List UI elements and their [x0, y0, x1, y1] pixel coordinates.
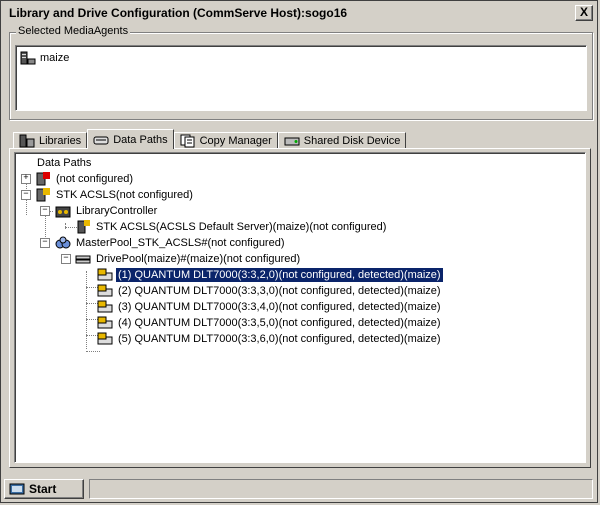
tape-drive-icon: [97, 316, 113, 330]
tree-root[interactable]: Data Paths: [35, 155, 93, 171]
collapse-toggle[interactable]: −: [40, 238, 50, 248]
list-item[interactable]: maize: [20, 51, 69, 65]
tree-node-label: MasterPool_STK_ACSLS#(not configured): [76, 237, 285, 249]
tree-node-drive-4[interactable]: (4) QUANTUM DLT7000(3:3,5,0)(not configu…: [97, 315, 443, 331]
tree-node-drive-5[interactable]: (5) QUANTUM DLT7000(3:3,6,0)(not configu…: [97, 331, 443, 347]
data-paths-tree[interactable]: + − − − − Data Paths (not configured) ST…: [14, 152, 586, 463]
group-legend: Selected MediaAgents: [16, 25, 131, 37]
tree-node-drive-3[interactable]: (3) QUANTUM DLT7000(3:3,4,0)(not configu…: [97, 299, 443, 315]
tree-node-acsls-server[interactable]: STK ACSLS(ACSLS Default Server)(maize)(n…: [75, 219, 388, 235]
collapse-toggle[interactable]: −: [21, 190, 31, 200]
drivepool-icon: [75, 252, 91, 266]
tape-drive-icon: [97, 332, 113, 346]
mediaagent-name: maize: [40, 52, 70, 64]
tab-libraries[interactable]: Libraries: [13, 132, 88, 149]
server-icon: [20, 51, 36, 65]
server-icon: [75, 220, 91, 234]
mediaagents-list[interactable]: maize: [15, 45, 587, 111]
tab-label: Copy Manager: [199, 135, 272, 147]
tree-node-masterpool[interactable]: MasterPool_STK_ACSLS#(not configured): [55, 235, 287, 251]
tab-shared-disk-device[interactable]: Shared Disk Device: [277, 132, 407, 149]
pool-icon: [55, 236, 71, 250]
tab-data-paths[interactable]: Data Paths: [87, 129, 174, 149]
status-field: [89, 479, 593, 499]
selected-mediaagents-group: Selected MediaAgents maize: [9, 25, 593, 120]
tree-line: [86, 271, 87, 349]
close-button[interactable]: X: [575, 5, 593, 21]
tape-drive-icon: [97, 284, 113, 298]
collapse-toggle[interactable]: −: [61, 254, 71, 264]
library-error-icon: [35, 172, 51, 186]
tree-node-label: (2) QUANTUM DLT7000(3:3,3,0)(not configu…: [118, 285, 441, 297]
tape-drive-icon: [97, 300, 113, 314]
tree-node-not-configured[interactable]: (not configured): [35, 171, 135, 187]
tree-node-librarycontroller[interactable]: LibraryController: [55, 203, 159, 219]
tree-line: [65, 223, 66, 229]
start-button[interactable]: Start: [4, 479, 84, 499]
tree-node-label: DrivePool(maize)#(maize)(not configured): [96, 253, 301, 265]
library-icon: [19, 134, 35, 148]
disk-icon: [284, 134, 300, 148]
expand-toggle[interactable]: +: [21, 174, 31, 184]
library-icon: [35, 188, 51, 202]
tree-node-label: (3) QUANTUM DLT7000(3:3,4,0)(not configu…: [118, 301, 441, 313]
tree-node-drivepool[interactable]: DrivePool(maize)#(maize)(not configured): [75, 251, 302, 267]
status-bar: Start: [1, 477, 597, 502]
tree-node-drive-1[interactable]: (1) QUANTUM DLT7000(3:3,2,0)(not configu…: [97, 267, 444, 283]
tree-node-label: (4) QUANTUM DLT7000(3:3,5,0)(not configu…: [118, 317, 441, 329]
tab-label: Data Paths: [113, 133, 168, 146]
tree-node-label: STK ACSLS(ACSLS Default Server)(maize)(n…: [96, 221, 387, 233]
data-paths-panel: + − − − − Data Paths (not configured) ST…: [9, 148, 591, 468]
tab-copy-manager[interactable]: Copy Manager: [173, 132, 278, 149]
tape-icon: [93, 133, 109, 147]
tree-node-label: Data Paths: [37, 157, 92, 169]
tree-node-stk-acsls[interactable]: STK ACSLS(not configured): [35, 187, 195, 203]
tree-node-label: STK ACSLS(not configured): [56, 189, 193, 201]
tape-drive-icon: [97, 268, 113, 282]
start-icon: [9, 482, 25, 496]
start-label: Start: [29, 482, 57, 496]
window-title: Library and Drive Configuration (CommSer…: [9, 6, 348, 20]
copy-icon: [180, 134, 196, 148]
tree-node-label: LibraryController: [76, 205, 158, 217]
tree-node-drive-2[interactable]: (2) QUANTUM DLT7000(3:3,3,0)(not configu…: [97, 283, 443, 299]
main-window: Library and Drive Configuration (CommSer…: [0, 0, 598, 503]
tab-label: Libraries: [39, 135, 82, 147]
tree-node-label: (5) QUANTUM DLT7000(3:3,6,0)(not configu…: [118, 333, 441, 345]
collapse-toggle[interactable]: −: [40, 206, 50, 216]
tree-node-label: (not configured): [56, 173, 134, 185]
tab-label: Shared Disk Device: [303, 135, 401, 147]
tree-line: [86, 351, 100, 352]
tab-strip: Libraries Data Paths Copy Manager Shared…: [13, 129, 407, 149]
controller-icon: [55, 204, 71, 218]
tree-node-label: (1) QUANTUM DLT7000(3:3,2,0)(not configu…: [115, 267, 444, 283]
title-bar: Library and Drive Configuration (CommSer…: [3, 3, 597, 25]
